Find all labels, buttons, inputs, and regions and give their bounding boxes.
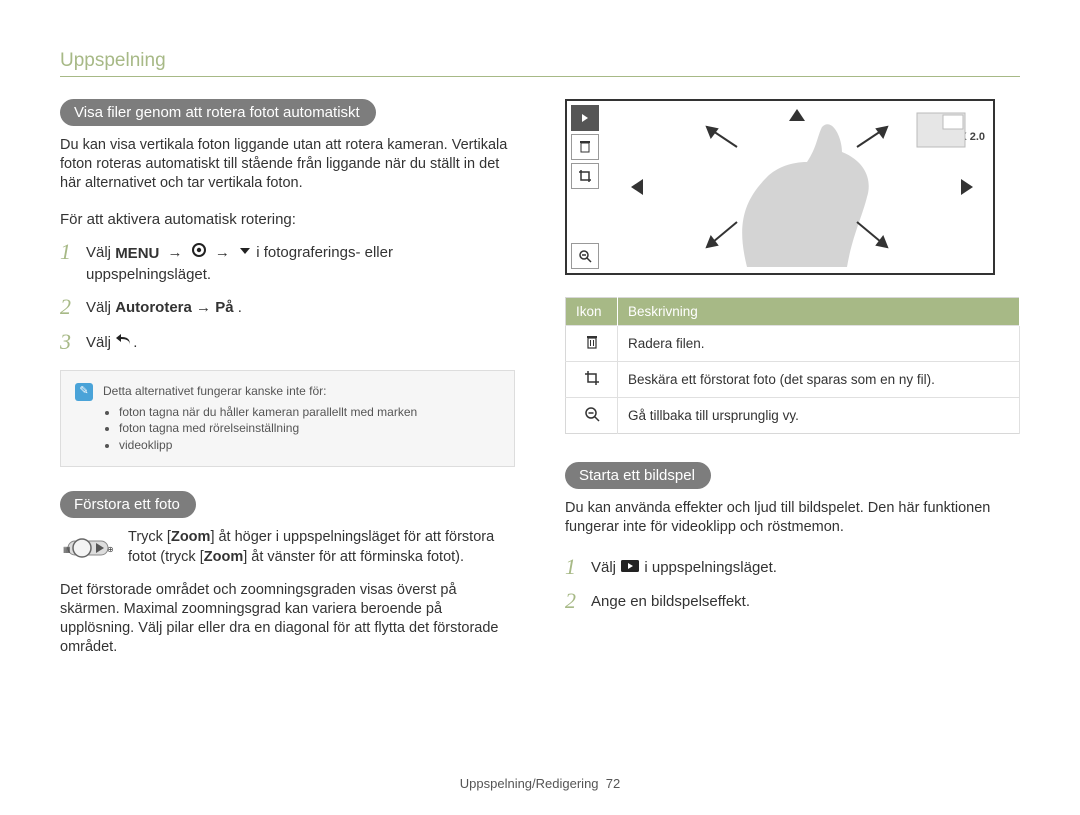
left-column: Visa ﬁler genom att rotera fotot automat…	[60, 99, 515, 676]
crop-icon	[566, 362, 618, 398]
footer-section: Uppspelning/Redigering	[460, 776, 599, 791]
arrow-icon: →	[196, 299, 215, 316]
step-text: Välj	[86, 334, 115, 351]
heading-auto-rotate: Visa ﬁler genom att rotera fotot automat…	[60, 99, 376, 126]
note-item: foton tagna med rörelseinställning	[119, 420, 417, 437]
table-cell: Gå tillbaka till ursprunglig vy.	[618, 398, 1020, 434]
enlarge-description: Det förstorade området och zoomningsgrad…	[60, 581, 515, 658]
table-header: Ikon	[566, 298, 618, 326]
zoom-instruction: ▦ ⊕ Tryck [Zoom] åt höger i uppspelnings…	[60, 528, 515, 567]
zoom-lever-icon: ▦ ⊕	[60, 528, 116, 567]
note-item: videoklipp	[119, 437, 417, 454]
zoom-text: Tryck [	[128, 529, 171, 545]
trash-icon	[571, 134, 599, 160]
page-footer: Uppspelning/Redigering 72	[0, 776, 1080, 791]
menu-icon: MENU	[115, 243, 159, 264]
right-column: X 2.0	[565, 99, 1020, 676]
table-row: Gå tillbaka till ursprunglig vy.	[566, 398, 1020, 434]
step-2: 2 Välj Autorotera → På .	[60, 295, 515, 319]
arrow-icon: →	[168, 244, 183, 261]
header-rule	[60, 76, 1020, 77]
auto-rotate-description: Du kan visa vertikala foton liggande uta…	[60, 136, 515, 193]
zoom-label: Zoom	[204, 549, 243, 565]
heading-start-slideshow: Starta ett bildspel	[565, 462, 711, 489]
step-1: 1 Välj MENU → → i fotograferings- eller …	[60, 240, 515, 285]
slideshow-icon	[620, 558, 640, 579]
table-cell: Radera ﬁlen.	[618, 326, 1020, 362]
slideshow-description: Du kan använda effekter och ljud till bi…	[565, 499, 1020, 537]
table-row: Beskära ett förstorat foto (det sparas s…	[566, 362, 1020, 398]
back-icon	[115, 332, 133, 354]
step-number: 1	[60, 240, 86, 264]
chevron-down-icon	[238, 243, 252, 264]
zoom-text: ] åt vänster för att förminska fotot).	[243, 549, 464, 565]
step-3: 3 Välj .	[60, 330, 515, 354]
step-number: 3	[60, 330, 86, 354]
step-text: i uppspelningsläget.	[644, 559, 777, 576]
zoom-label: Zoom	[171, 529, 210, 545]
period: .	[133, 334, 137, 351]
info-icon: ✎	[75, 383, 93, 401]
svg-text:⊕: ⊕	[107, 545, 114, 554]
step-text-bold: På	[215, 299, 233, 316]
step-text: Välj	[86, 299, 115, 316]
trash-icon	[566, 326, 618, 362]
note-box: ✎ Detta alternativet fungerar kanske int…	[60, 370, 515, 467]
step-number: 2	[565, 589, 591, 613]
section-header: Uppspelning	[60, 50, 1020, 72]
slideshow-step-1: 1 Välj i uppspelningsläget.	[565, 555, 1020, 579]
step-text: Ange en bildspelseffekt.	[591, 589, 1020, 612]
camera-screen-illustration: X 2.0	[565, 99, 995, 275]
note-item: foton tagna när du håller kameran parall…	[119, 404, 417, 421]
pan-figure-icon	[617, 107, 987, 267]
step-text: Välj	[591, 559, 620, 576]
step-number: 1	[565, 555, 591, 579]
table-row: Radera ﬁlen.	[566, 326, 1020, 362]
step-text: .	[238, 299, 242, 316]
icon-description-table: Ikon Beskrivning Radera ﬁlen. Beskära et…	[565, 297, 1020, 434]
auto-rotate-subheading: För att aktivera automatisk rotering:	[60, 211, 515, 228]
page-number: 72	[606, 776, 620, 791]
play-icon	[571, 105, 599, 131]
svg-text:▦: ▦	[63, 545, 71, 554]
crop-icon	[571, 163, 599, 189]
table-header: Beskrivning	[618, 298, 1020, 326]
zoom-out-icon	[571, 243, 599, 269]
step-number: 2	[60, 295, 86, 319]
gear-icon	[191, 242, 207, 264]
zoom-out-icon	[566, 398, 618, 434]
step-text-bold: Autorotera	[115, 299, 192, 316]
heading-enlarge-photo: Förstora ett foto	[60, 491, 196, 518]
step-text: Välj	[86, 244, 115, 261]
arrow-icon: →	[215, 244, 230, 261]
table-cell: Beskära ett förstorat foto (det sparas s…	[618, 362, 1020, 398]
slideshow-step-2: 2 Ange en bildspelseffekt.	[565, 589, 1020, 613]
note-title: Detta alternativet fungerar kanske inte …	[103, 383, 417, 400]
